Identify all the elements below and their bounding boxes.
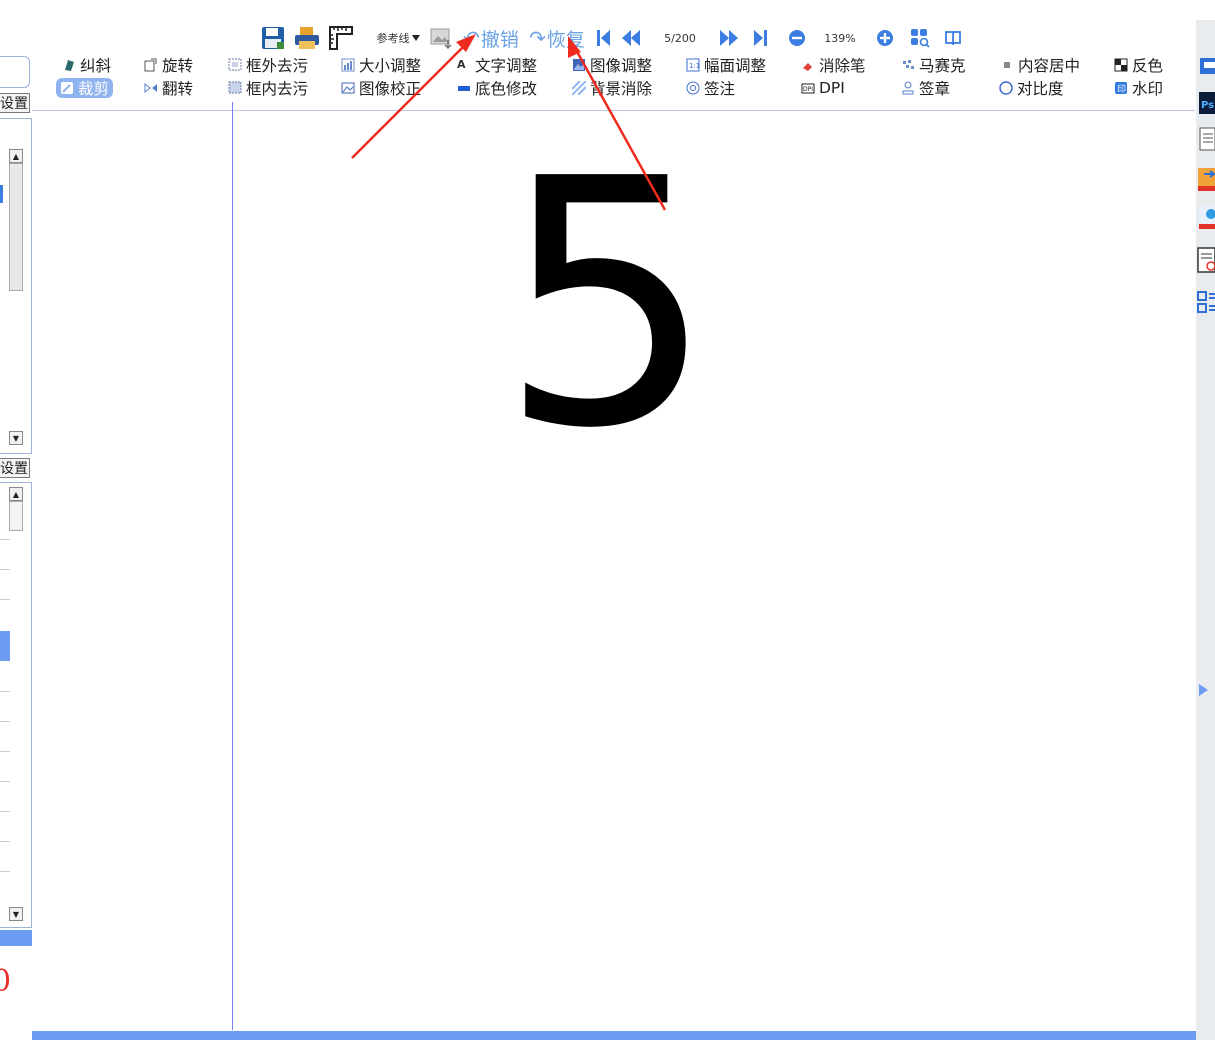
- form-icon[interactable]: [1196, 246, 1215, 274]
- status-bar: [32, 1031, 1196, 1040]
- red-arrow-to-redo: [568, 36, 667, 211]
- pdf-export-icon[interactable]: [1196, 202, 1215, 230]
- red-arrow-to-undo: [351, 34, 476, 159]
- pdf-convert-icon[interactable]: [1196, 164, 1215, 192]
- grid-layout-icon[interactable]: [1196, 288, 1215, 316]
- right-sidebar: Ps: [1196, 20, 1215, 1040]
- svg-text:Ps: Ps: [1201, 100, 1214, 111]
- annotation-arrows: [351, 34, 667, 211]
- expand-panel-icon[interactable]: [1196, 676, 1215, 704]
- cloud-upload-icon[interactable]: [1196, 54, 1215, 82]
- document-list-icon[interactable]: [1196, 126, 1215, 154]
- photoshop-icon[interactable]: Ps: [1196, 90, 1215, 118]
